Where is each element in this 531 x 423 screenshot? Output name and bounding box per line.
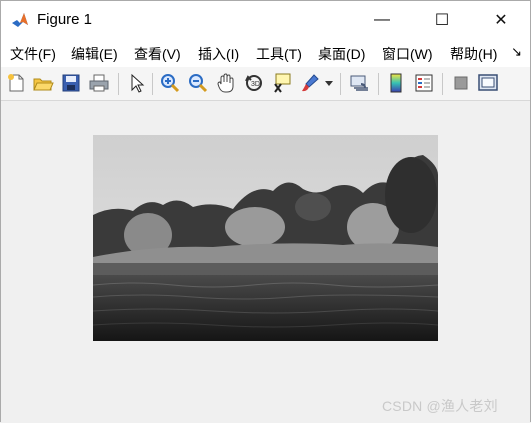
matlab-logo-icon <box>11 11 29 29</box>
svg-text:3D: 3D <box>251 81 260 88</box>
close-button[interactable]: ✕ <box>478 1 524 39</box>
zoom-out-icon[interactable] <box>187 72 209 94</box>
link-plot-icon[interactable] <box>348 72 370 94</box>
print-icon[interactable] <box>88 72 110 94</box>
data-cursor-icon[interactable] <box>271 72 293 94</box>
minimize-button[interactable]: — <box>359 1 405 39</box>
colorbar-icon[interactable] <box>385 72 407 94</box>
show-plot-tools-icon[interactable] <box>477 72 499 94</box>
window-title: Figure 1 <box>37 11 93 28</box>
hide-plot-tools-icon[interactable] <box>450 72 472 94</box>
menu-help[interactable]: 帮助(H) <box>450 44 497 64</box>
menu-view[interactable]: 查看(V) <box>134 44 181 64</box>
zoom-in-icon[interactable] <box>159 72 181 94</box>
legend-icon[interactable] <box>413 72 435 94</box>
menu-tools[interactable]: 工具(T) <box>256 44 302 64</box>
brush-icon[interactable] <box>299 72 321 94</box>
menu-file[interactable]: 文件(F) <box>10 44 56 64</box>
figure-window: Figure 1 — ☐ ✕ 文件(F) 编辑(E) 查看(V) 插入(I) 工… <box>0 0 531 423</box>
new-figure-icon[interactable] <box>5 72 27 94</box>
pointer-icon[interactable] <box>125 72 147 94</box>
title-bar[interactable]: Figure 1 — ☐ ✕ <box>1 1 530 39</box>
menu-desktop[interactable]: 桌面(D) <box>318 44 365 64</box>
toolbar-separator <box>442 73 443 95</box>
menu-window[interactable]: 窗口(W) <box>382 44 433 64</box>
toolbar-separator <box>118 73 119 95</box>
rotate-3d-icon[interactable]: 3D <box>243 72 265 94</box>
open-file-icon[interactable] <box>32 72 54 94</box>
watermark-text: CSDN @渔人老刘 <box>382 398 498 414</box>
toolbar-separator <box>340 73 341 95</box>
displayed-image[interactable] <box>93 135 438 341</box>
menu-bar: 文件(F) 编辑(E) 查看(V) 插入(I) 工具(T) 桌面(D) 窗口(W… <box>1 39 530 67</box>
brush-dropdown-icon[interactable] <box>325 81 333 87</box>
menu-insert[interactable]: 插入(I) <box>198 44 239 64</box>
toolbar-separator <box>378 73 379 95</box>
toolbar-separator <box>152 73 153 95</box>
save-icon[interactable] <box>60 72 82 94</box>
figure-toolbar: 3D <box>1 67 530 101</box>
maximize-button[interactable]: ☐ <box>419 1 465 39</box>
menu-edit[interactable]: 编辑(E) <box>71 44 118 64</box>
menu-overflow-icon[interactable]: ↘ <box>511 44 522 60</box>
pan-hand-icon[interactable] <box>215 72 237 94</box>
